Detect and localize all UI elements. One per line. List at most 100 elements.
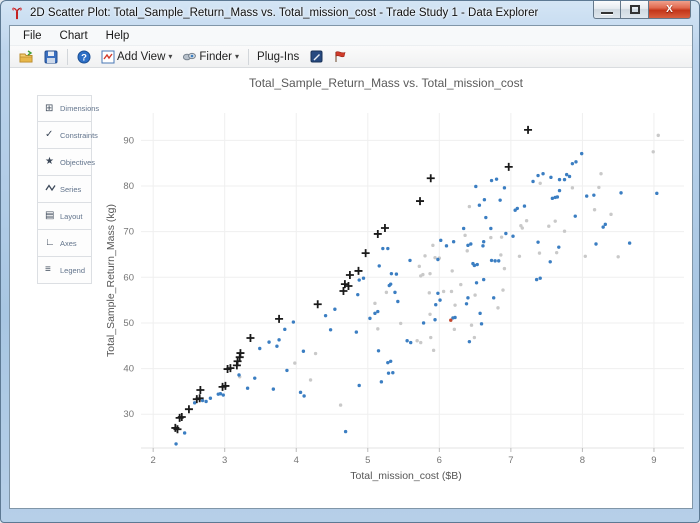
data-point-dot xyxy=(554,219,557,222)
add-view-chart-icon xyxy=(101,50,115,64)
data-point-dot xyxy=(453,328,456,331)
y-tick-label: 30 xyxy=(123,409,134,420)
data-point-dot xyxy=(601,225,604,228)
data-point-dot xyxy=(535,278,538,281)
objectives-star-icon: ★ xyxy=(45,157,57,167)
sidebar-panel-constraints[interactable]: ✓Constraints xyxy=(37,122,92,149)
data-point-dot xyxy=(293,361,296,364)
y-tick-label: 50 xyxy=(123,318,134,329)
data-point-dot xyxy=(450,290,453,293)
data-point-dot xyxy=(597,186,600,189)
data-point-dot xyxy=(490,259,493,262)
data-point-dot xyxy=(396,300,399,303)
sidebar-panel-label: Dimensions xyxy=(60,104,99,113)
data-point-dot xyxy=(389,282,392,285)
data-point-plus xyxy=(185,405,193,413)
data-point-dot xyxy=(480,322,483,325)
sidebar-panel-objectives[interactable]: ★Objectives xyxy=(37,149,92,176)
data-point-dot xyxy=(580,152,583,155)
data-point-dot xyxy=(468,340,471,343)
data-point-dot xyxy=(422,321,425,324)
data-point-plus xyxy=(246,334,254,342)
data-point-dot xyxy=(481,244,484,247)
data-point-dot xyxy=(451,269,454,272)
data-point-dot xyxy=(358,278,361,281)
toolbar-separator xyxy=(248,49,249,65)
data-point-dot xyxy=(272,387,275,390)
data-point-dot xyxy=(314,352,317,355)
series-red-selected-point[interactable] xyxy=(449,319,452,322)
series-black-pareto-points[interactable] xyxy=(171,126,532,433)
save-button[interactable] xyxy=(40,48,62,66)
data-point-dot xyxy=(436,292,439,295)
sidebar-panel-series[interactable]: Series xyxy=(37,176,92,203)
data-point-dot xyxy=(478,312,481,315)
maximize-button[interactable] xyxy=(621,1,649,19)
data-point-dot xyxy=(302,394,305,397)
data-point-dot xyxy=(568,175,571,178)
plugin-annotate-button[interactable] xyxy=(306,48,327,65)
help-button[interactable]: ? xyxy=(73,48,95,66)
x-tick-label: 8 xyxy=(580,455,585,466)
data-point-dot xyxy=(362,277,365,280)
data-point-dot xyxy=(483,198,486,201)
scatter-chart[interactable]: 2345678930405060708090Total_Sample_Retur… xyxy=(96,69,692,495)
sidebar-panel-label: Axes xyxy=(60,239,77,248)
data-point-dot xyxy=(549,176,552,179)
data-point-dot xyxy=(292,320,295,323)
data-point-dot xyxy=(476,263,479,266)
data-point-dot xyxy=(299,391,302,394)
data-point-dot xyxy=(433,256,436,259)
data-point-dot xyxy=(541,172,544,175)
menu-chart[interactable]: Chart xyxy=(51,28,97,44)
add-view-button[interactable]: Add View ▾ xyxy=(97,48,176,66)
menu-file[interactable]: File xyxy=(14,28,51,44)
data-explorer-app-icon xyxy=(10,6,24,20)
data-point-dot xyxy=(465,302,468,305)
data-point-dot xyxy=(324,314,327,317)
x-tick-label: 5 xyxy=(365,455,370,466)
plugin-flag-button[interactable] xyxy=(329,48,351,65)
sidebar-panel-label: Series xyxy=(60,185,81,194)
close-button[interactable]: X xyxy=(649,1,691,19)
data-point-plus xyxy=(374,230,382,238)
menu-help[interactable]: Help xyxy=(97,28,139,44)
data-point-dot xyxy=(547,224,550,227)
sidebar-panel-layout[interactable]: ▤Layout xyxy=(37,203,92,230)
data-point-dot xyxy=(503,267,506,270)
minimize-button[interactable] xyxy=(593,1,621,19)
data-point-dot xyxy=(469,242,472,245)
grid-lines xyxy=(141,113,684,448)
data-point-plus xyxy=(427,174,435,182)
y-tick-label: 90 xyxy=(123,135,134,146)
data-point-dot xyxy=(393,291,396,294)
data-point-dot xyxy=(468,205,471,208)
data-point-dot xyxy=(333,308,336,311)
data-point-dot xyxy=(497,259,500,262)
data-point-plus xyxy=(524,126,532,134)
data-point-dot xyxy=(478,203,481,206)
x-tick-label: 3 xyxy=(222,455,227,466)
data-point-dot xyxy=(475,281,478,284)
sidebar-panel-legend[interactable]: ≡Legend xyxy=(37,257,92,284)
sidebar-panel-axes[interactable]: ∟Axes xyxy=(37,230,92,257)
data-point-dot xyxy=(373,302,376,305)
open-button[interactable] xyxy=(15,48,38,66)
data-point-plus xyxy=(196,386,204,394)
sidebar-panel-dimensions[interactable]: ⊞Dimensions xyxy=(37,95,92,122)
finder-button[interactable]: Finder ▾ xyxy=(178,48,243,65)
data-point-dot xyxy=(258,347,261,350)
axis-ticks: 2345678930405060708090 xyxy=(123,135,656,466)
series-blue-design-points[interactable] xyxy=(174,152,658,446)
y-tick-label: 70 xyxy=(123,227,134,238)
data-point-dot xyxy=(419,341,422,344)
data-point-dot xyxy=(209,397,212,400)
data-point-dot xyxy=(549,260,552,263)
data-point-plus xyxy=(416,197,424,205)
series-gray-dominated-points[interactable] xyxy=(238,134,660,407)
data-point-dot xyxy=(538,251,541,254)
data-point-dot xyxy=(492,296,495,299)
data-point-plus xyxy=(339,287,347,295)
title-bar[interactable]: 2D Scatter Plot: Total_Sample_Return_Mas… xyxy=(1,1,699,25)
data-point-dot xyxy=(344,430,347,433)
